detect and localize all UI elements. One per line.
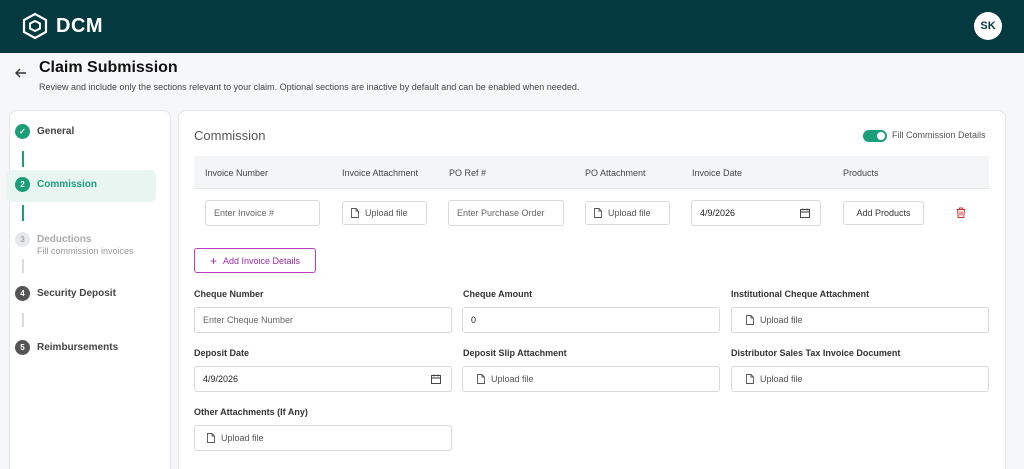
upload-label: Upload file [608, 208, 651, 218]
field-label: Deposit Date [194, 348, 250, 358]
step-commission[interactable]: 2 Commission [6, 170, 156, 202]
cheque-number-input[interactable]: Enter Cheque Number [194, 307, 452, 333]
file-icon [477, 374, 485, 384]
step-connector [22, 151, 24, 167]
file-icon [594, 208, 602, 218]
invoice-date-input[interactable]: 4/9/2026 [691, 200, 821, 226]
upload-label: Upload file [221, 433, 264, 443]
add-invoice-details-button[interactable]: + Add Invoice Details [194, 248, 316, 273]
column-header: Invoice Number [205, 168, 269, 178]
po-attachment-upload[interactable]: Upload file [585, 201, 670, 225]
field-label: Distributor Sales Tax Invoice Document [731, 348, 901, 358]
invoice-attachment-upload[interactable]: Upload file [342, 201, 427, 225]
step-number: 5 [15, 340, 30, 355]
step-connector [22, 313, 24, 327]
cheque-amount-input[interactable]: 0 [462, 307, 720, 333]
toggle-label: Fill Commission Details [892, 130, 986, 140]
column-header: Invoice Date [692, 168, 743, 178]
logo[interactable]: DCM [22, 12, 103, 40]
commission-toggle[interactable] [863, 130, 887, 142]
file-icon [746, 315, 754, 325]
deposit-date-input[interactable]: 4/9/2026 [194, 366, 452, 392]
trash-icon[interactable] [956, 207, 966, 218]
step-label: Security Deposit [37, 288, 116, 299]
step-label: Reimbursements [37, 342, 119, 353]
field-label: Other Attachments (If Any) [194, 407, 308, 417]
top-bar: DCM SK [0, 0, 1024, 53]
date-value: 4/9/2026 [203, 374, 239, 384]
step-general[interactable]: ✓ General [6, 117, 156, 149]
calendar-icon[interactable] [800, 208, 810, 218]
sales-tax-invoice-upload[interactable]: Upload file [731, 366, 989, 392]
po-ref-input[interactable]: Enter Purchase Order [448, 200, 564, 226]
other-attachments-upload[interactable]: Upload file [194, 425, 452, 451]
button-label: Add Invoice Details [222, 255, 301, 266]
column-header: PO Ref # [449, 168, 487, 178]
step-connector [22, 259, 24, 273]
upload-label: Upload file [491, 374, 534, 384]
column-header: PO Attachment [585, 168, 646, 178]
step-label: General [37, 126, 75, 137]
file-icon [351, 208, 359, 218]
field-label: Cheque Number [194, 289, 264, 299]
column-header: Products [843, 168, 879, 178]
step-sublabel: Fill commission invoices [37, 246, 134, 256]
file-icon [207, 433, 215, 443]
step-number: 2 [15, 177, 30, 192]
upload-label: Upload file [760, 374, 803, 384]
field-label: Institutional Cheque Attachment [731, 289, 870, 299]
upload-label: Upload file [365, 208, 408, 218]
file-icon [746, 374, 754, 384]
step-reimbursements[interactable]: 5 Reimbursements [6, 333, 156, 365]
institutional-cheque-upload[interactable]: Upload file [731, 307, 989, 333]
plus-icon: + [209, 253, 217, 268]
step-label: Commission [37, 179, 98, 190]
calendar-icon[interactable] [431, 374, 441, 384]
app-name: DCM [56, 14, 104, 37]
field-label: Cheque Amount [463, 289, 533, 299]
deposit-slip-upload[interactable]: Upload file [462, 366, 720, 392]
upload-label: Upload file [760, 315, 803, 325]
step-connector [22, 205, 24, 221]
step-number: 3 [15, 232, 30, 247]
avatar[interactable]: SK [974, 12, 1002, 40]
add-products-button[interactable]: Add Products [843, 201, 924, 225]
column-header: Invoice Attachment [342, 168, 419, 178]
page-subtitle: Review and include only the sections rel… [39, 82, 580, 92]
field-label: Deposit Slip Attachment [463, 348, 567, 358]
step-security-deposit[interactable]: 4 Security Deposit [6, 279, 156, 311]
check-icon: ✓ [15, 124, 30, 139]
page-title: Claim Submission [39, 59, 178, 76]
step-label: Deductions [37, 234, 92, 245]
hexagon-logo-icon [22, 12, 48, 40]
section-title: Commission [194, 128, 266, 143]
back-arrow-icon[interactable] [14, 66, 28, 80]
invoice-number-input[interactable]: Enter Invoice # [205, 200, 320, 226]
step-deductions: 3 Deductions Fill commission invoices [6, 225, 156, 259]
date-value: 4/9/2026 [700, 208, 736, 218]
step-number: 4 [15, 286, 30, 301]
